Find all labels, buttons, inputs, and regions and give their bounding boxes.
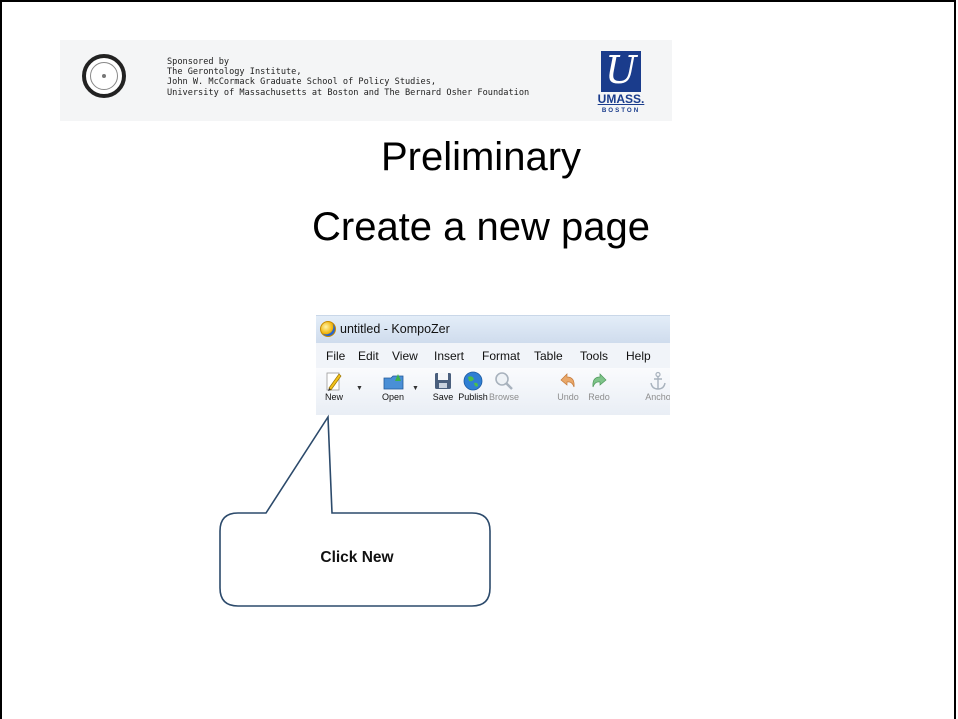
callout-bubble <box>219 414 491 607</box>
callout-shape <box>219 414 491 607</box>
callout-text: Click New <box>320 549 394 566</box>
slide: Sponsored by The Gerontology Institute, … <box>0 0 956 719</box>
